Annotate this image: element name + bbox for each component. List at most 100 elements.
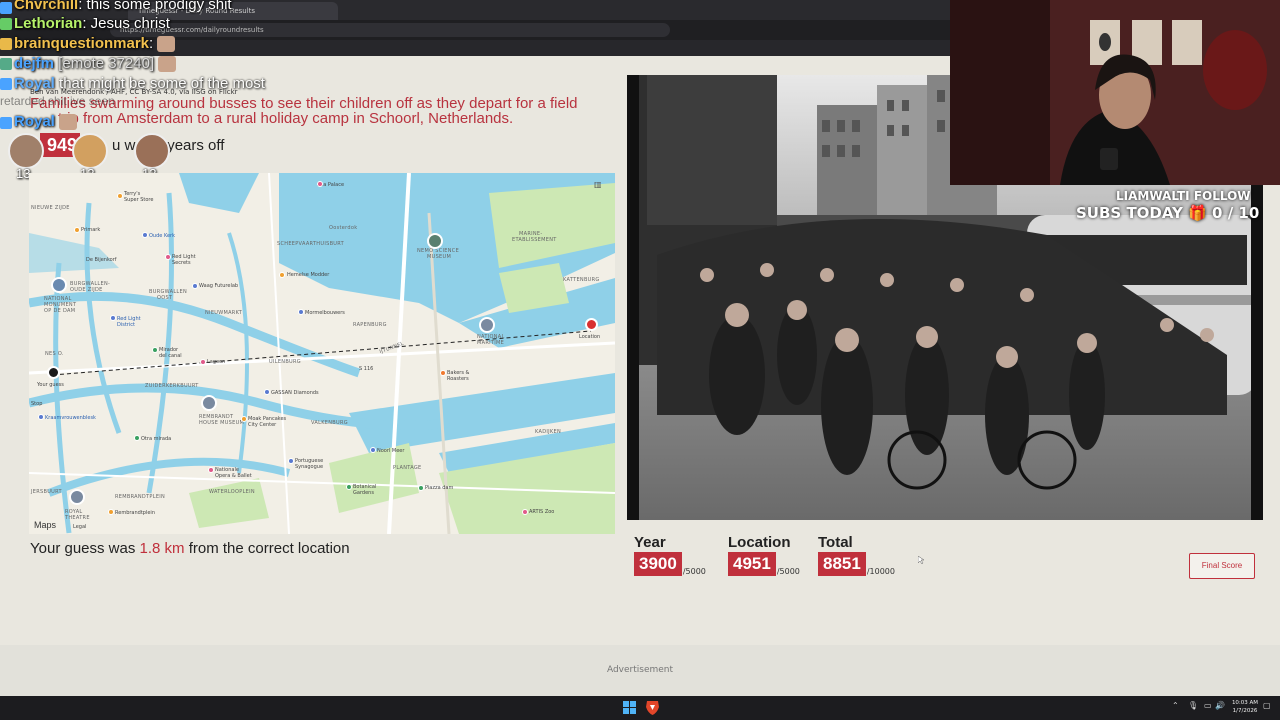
final-score-button[interactable]: Final Score [1189, 553, 1255, 579]
map-base-svg [29, 173, 615, 534]
latest-follower-text: LIAMWALTI FOLLOW [1116, 189, 1251, 203]
poi-marker-icon[interactable] [152, 347, 158, 353]
poi-marker-icon[interactable] [288, 458, 294, 464]
total-score-label: Total [818, 534, 853, 551]
location-pin-icon[interactable] [585, 318, 598, 331]
landmark-icon[interactable] [51, 277, 67, 293]
total-score: Total 8851/10000 [818, 534, 895, 576]
poi-marker-icon[interactable] [522, 509, 528, 515]
landmark-icon[interactable] [479, 317, 495, 333]
network-icon[interactable]: ▭ [1204, 701, 1212, 710]
chat-user: Royal [14, 113, 55, 130]
poi-marker-icon[interactable] [264, 389, 270, 395]
chat-text: : [149, 35, 154, 52]
badge-icon [0, 18, 12, 30]
emote-icon [58, 114, 77, 131]
poi-marker-icon[interactable] [117, 193, 123, 199]
chat-text: : Jesus christ [82, 15, 170, 32]
microphone-icon[interactable]: 🎙 [1188, 701, 1198, 710]
poi-marker-icon[interactable] [440, 370, 446, 376]
poi-marker-icon[interactable] [317, 181, 323, 187]
chat-message: retarded shit ive seen [0, 94, 115, 108]
subs-goal-text: SUBS TODAY 🎁 0 / 10 [1076, 204, 1260, 222]
distance-result: Your guess was 1.8 km from the correct l… [30, 540, 350, 557]
map-label: Primark [81, 227, 101, 233]
brave-browser-icon[interactable] [645, 699, 660, 716]
badge-icon [0, 58, 12, 70]
poi-marker-icon[interactable] [200, 359, 206, 365]
map-label: MARITIME [477, 340, 505, 346]
map-label: KATTENBURG [563, 277, 600, 283]
result-map[interactable]: Sea Palace NIEUWE ZIJDE Terry's Super St… [29, 173, 615, 534]
streamer-webcam [950, 0, 1280, 185]
map-label: Piazza dam [425, 485, 454, 491]
map-label: MUSEUM [427, 254, 452, 260]
clock-time: 10:03 AM [1231, 700, 1259, 706]
map-label: REMBRANDTPLEIN [115, 494, 166, 500]
poi-marker-icon[interactable] [370, 447, 376, 453]
poi-marker-icon[interactable] [208, 467, 214, 473]
poi-marker-icon[interactable] [279, 272, 285, 278]
volume-icon[interactable]: 🔊 [1215, 701, 1225, 710]
year-score: Year 3900/5000 [634, 534, 706, 576]
map-label: Your guess [37, 382, 64, 388]
landmark-icon[interactable] [201, 395, 217, 411]
map-label: Kraamvrouwenblesk [45, 415, 96, 421]
advertisement-bar: Advertisement [0, 645, 1280, 696]
map-label: NIEUWMARKT [205, 310, 243, 316]
map-label: UILENBURG [269, 359, 301, 365]
map-label: NES O. [45, 351, 64, 357]
poi-marker-icon[interactable] [346, 484, 352, 490]
landmark-icon[interactable] [69, 489, 85, 505]
system-clock[interactable]: 10:03 AM 1/7/2026 [1228, 699, 1262, 715]
map-label: Opera & Ballet [215, 473, 252, 479]
map-label: THEATRE [65, 515, 90, 521]
poi-marker-icon[interactable] [38, 414, 44, 420]
map-label: JERSBUURT [31, 489, 62, 495]
location-score-value: 4951 [728, 552, 776, 576]
poi-marker-icon[interactable] [192, 283, 198, 289]
poi-marker-icon[interactable] [418, 485, 424, 491]
chat-message: Chvrchill: this some prodigy shit [14, 0, 232, 13]
year-score-max: /5000 [682, 567, 706, 576]
total-score-max: /10000 [866, 567, 895, 576]
poi-marker-icon[interactable] [74, 227, 80, 233]
emote-icon [157, 36, 176, 53]
poi-marker-icon[interactable] [110, 315, 116, 321]
total-score-value: 8851 [818, 552, 866, 576]
map-label: GASSAN Diamonds [271, 390, 319, 396]
map-label: Otra mirada [141, 436, 172, 442]
map-label: VALKENBURG [311, 420, 348, 426]
year-score-label: Year [634, 534, 666, 551]
guess-pin-icon[interactable] [47, 366, 60, 379]
chat-user: Chvrchill [14, 0, 79, 13]
maps-brand-text: Maps [34, 520, 57, 530]
chat-user: Lethorian [14, 15, 83, 32]
poi-marker-icon[interactable] [298, 309, 304, 315]
poi-marker-icon[interactable] [134, 435, 140, 441]
tray-chevron-icon[interactable]: ⌃ [1172, 701, 1179, 710]
maps-logo: Maps [34, 520, 56, 530]
viewer-avatar [8, 133, 44, 169]
map-label: PLANTAGE [393, 465, 422, 471]
map-label: Synagogue [295, 464, 324, 470]
crown-badge-icon [0, 38, 12, 50]
poi-marker-icon[interactable] [108, 509, 114, 515]
chat-message: dejfm [emote 37240] [14, 55, 177, 73]
location-score: Location 4951/5000 [728, 534, 800, 576]
windows-start-icon[interactable] [623, 701, 636, 714]
poi-marker-icon[interactable] [165, 254, 171, 260]
location-score-label: Location [728, 534, 791, 551]
poi-marker-icon[interactable] [142, 232, 148, 238]
poi-marker-icon[interactable] [241, 416, 247, 422]
map-label: Gardens [353, 490, 374, 496]
map-label: KADIJKEN [535, 429, 561, 435]
map-label: del canal [159, 353, 182, 359]
chat-user: Royal [14, 75, 55, 92]
map-label: Oude Kerk [149, 233, 176, 239]
map-label: HOUSE MUSEUM [199, 420, 245, 426]
map-label: ZUIDERKERKBUURT [145, 383, 199, 389]
landmark-icon[interactable] [427, 233, 443, 249]
notification-icon[interactable]: ▢ [1263, 701, 1271, 710]
map-mode-icon[interactable]: ▥ [594, 180, 603, 189]
